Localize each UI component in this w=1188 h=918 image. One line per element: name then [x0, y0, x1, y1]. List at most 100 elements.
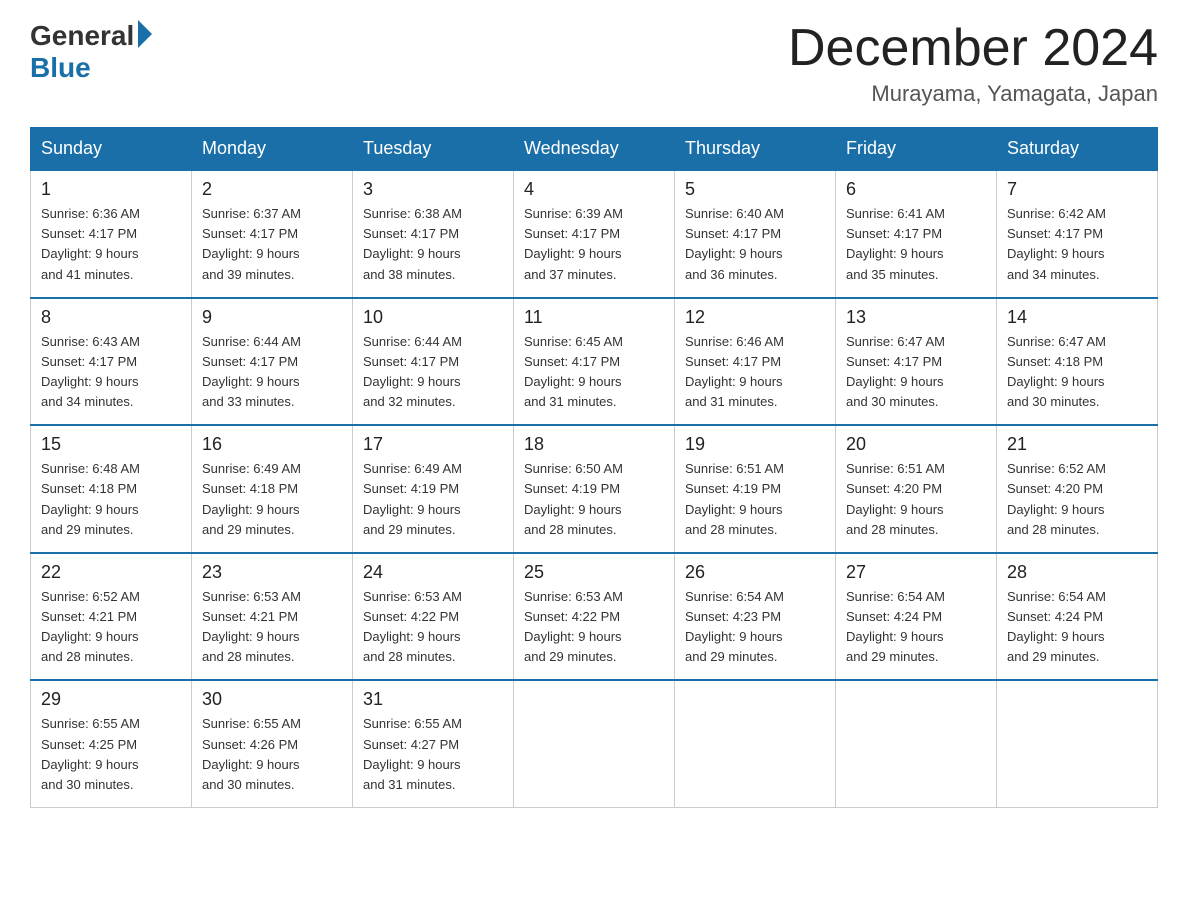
calendar-cell: 31 Sunrise: 6:55 AMSunset: 4:27 PMDaylig…: [353, 680, 514, 807]
calendar-cell: 7 Sunrise: 6:42 AMSunset: 4:17 PMDayligh…: [997, 170, 1158, 298]
day-number: 2: [202, 179, 342, 200]
weekday-row: SundayMondayTuesdayWednesdayThursdayFrid…: [31, 128, 1158, 171]
day-info: Sunrise: 6:53 AMSunset: 4:22 PMDaylight:…: [363, 589, 462, 664]
calendar-cell: 19 Sunrise: 6:51 AMSunset: 4:19 PMDaylig…: [675, 425, 836, 553]
calendar-cell: 30 Sunrise: 6:55 AMSunset: 4:26 PMDaylig…: [192, 680, 353, 807]
calendar-cell: 22 Sunrise: 6:52 AMSunset: 4:21 PMDaylig…: [31, 553, 192, 681]
logo-arrow-icon: [138, 20, 152, 48]
month-title: December 2024: [788, 20, 1158, 77]
calendar-cell: 5 Sunrise: 6:40 AMSunset: 4:17 PMDayligh…: [675, 170, 836, 298]
day-info: Sunrise: 6:52 AMSunset: 4:20 PMDaylight:…: [1007, 461, 1106, 536]
calendar-cell: 13 Sunrise: 6:47 AMSunset: 4:17 PMDaylig…: [836, 298, 997, 426]
day-number: 20: [846, 434, 986, 455]
day-number: 29: [41, 689, 181, 710]
logo: General Blue: [30, 20, 152, 84]
day-number: 22: [41, 562, 181, 583]
week-row-5: 29 Sunrise: 6:55 AMSunset: 4:25 PMDaylig…: [31, 680, 1158, 807]
calendar-cell: 18 Sunrise: 6:50 AMSunset: 4:19 PMDaylig…: [514, 425, 675, 553]
weekday-header-saturday: Saturday: [997, 128, 1158, 171]
calendar-cell: 3 Sunrise: 6:38 AMSunset: 4:17 PMDayligh…: [353, 170, 514, 298]
day-info: Sunrise: 6:52 AMSunset: 4:21 PMDaylight:…: [41, 589, 140, 664]
day-number: 14: [1007, 307, 1147, 328]
day-info: Sunrise: 6:53 AMSunset: 4:21 PMDaylight:…: [202, 589, 301, 664]
logo-general-text: General: [30, 20, 152, 52]
day-info: Sunrise: 6:51 AMSunset: 4:20 PMDaylight:…: [846, 461, 945, 536]
day-info: Sunrise: 6:37 AMSunset: 4:17 PMDaylight:…: [202, 206, 301, 281]
day-number: 25: [524, 562, 664, 583]
page-header: General Blue December 2024 Murayama, Yam…: [30, 20, 1158, 107]
calendar-cell: [836, 680, 997, 807]
calendar-cell: 27 Sunrise: 6:54 AMSunset: 4:24 PMDaylig…: [836, 553, 997, 681]
day-number: 13: [846, 307, 986, 328]
calendar-cell: 1 Sunrise: 6:36 AMSunset: 4:17 PMDayligh…: [31, 170, 192, 298]
weekday-header-wednesday: Wednesday: [514, 128, 675, 171]
weekday-header-monday: Monday: [192, 128, 353, 171]
day-number: 18: [524, 434, 664, 455]
logo-general-label: General: [30, 20, 134, 52]
day-info: Sunrise: 6:41 AMSunset: 4:17 PMDaylight:…: [846, 206, 945, 281]
calendar-cell: 9 Sunrise: 6:44 AMSunset: 4:17 PMDayligh…: [192, 298, 353, 426]
day-number: 30: [202, 689, 342, 710]
day-info: Sunrise: 6:42 AMSunset: 4:17 PMDaylight:…: [1007, 206, 1106, 281]
calendar-cell: 12 Sunrise: 6:46 AMSunset: 4:17 PMDaylig…: [675, 298, 836, 426]
day-number: 4: [524, 179, 664, 200]
calendar-cell: 26 Sunrise: 6:54 AMSunset: 4:23 PMDaylig…: [675, 553, 836, 681]
day-info: Sunrise: 6:49 AMSunset: 4:19 PMDaylight:…: [363, 461, 462, 536]
day-info: Sunrise: 6:55 AMSunset: 4:27 PMDaylight:…: [363, 716, 462, 791]
day-number: 5: [685, 179, 825, 200]
location-label: Murayama, Yamagata, Japan: [788, 81, 1158, 107]
calendar-cell: [514, 680, 675, 807]
calendar-cell: 24 Sunrise: 6:53 AMSunset: 4:22 PMDaylig…: [353, 553, 514, 681]
day-number: 1: [41, 179, 181, 200]
calendar-table: SundayMondayTuesdayWednesdayThursdayFrid…: [30, 127, 1158, 808]
day-info: Sunrise: 6:54 AMSunset: 4:23 PMDaylight:…: [685, 589, 784, 664]
day-number: 11: [524, 307, 664, 328]
calendar-cell: 17 Sunrise: 6:49 AMSunset: 4:19 PMDaylig…: [353, 425, 514, 553]
day-number: 31: [363, 689, 503, 710]
title-area: December 2024 Murayama, Yamagata, Japan: [788, 20, 1158, 107]
day-info: Sunrise: 6:47 AMSunset: 4:17 PMDaylight:…: [846, 334, 945, 409]
day-info: Sunrise: 6:51 AMSunset: 4:19 PMDaylight:…: [685, 461, 784, 536]
weekday-header-tuesday: Tuesday: [353, 128, 514, 171]
day-number: 28: [1007, 562, 1147, 583]
calendar-cell: 8 Sunrise: 6:43 AMSunset: 4:17 PMDayligh…: [31, 298, 192, 426]
day-info: Sunrise: 6:44 AMSunset: 4:17 PMDaylight:…: [363, 334, 462, 409]
calendar-cell: [997, 680, 1158, 807]
week-row-4: 22 Sunrise: 6:52 AMSunset: 4:21 PMDaylig…: [31, 553, 1158, 681]
day-info: Sunrise: 6:45 AMSunset: 4:17 PMDaylight:…: [524, 334, 623, 409]
day-number: 19: [685, 434, 825, 455]
day-number: 27: [846, 562, 986, 583]
day-info: Sunrise: 6:46 AMSunset: 4:17 PMDaylight:…: [685, 334, 784, 409]
day-info: Sunrise: 6:44 AMSunset: 4:17 PMDaylight:…: [202, 334, 301, 409]
calendar-cell: 10 Sunrise: 6:44 AMSunset: 4:17 PMDaylig…: [353, 298, 514, 426]
day-number: 26: [685, 562, 825, 583]
day-info: Sunrise: 6:55 AMSunset: 4:26 PMDaylight:…: [202, 716, 301, 791]
calendar-cell: 15 Sunrise: 6:48 AMSunset: 4:18 PMDaylig…: [31, 425, 192, 553]
calendar-cell: 14 Sunrise: 6:47 AMSunset: 4:18 PMDaylig…: [997, 298, 1158, 426]
day-number: 6: [846, 179, 986, 200]
calendar-cell: 20 Sunrise: 6:51 AMSunset: 4:20 PMDaylig…: [836, 425, 997, 553]
calendar-cell: 2 Sunrise: 6:37 AMSunset: 4:17 PMDayligh…: [192, 170, 353, 298]
day-number: 17: [363, 434, 503, 455]
calendar-cell: 25 Sunrise: 6:53 AMSunset: 4:22 PMDaylig…: [514, 553, 675, 681]
day-info: Sunrise: 6:49 AMSunset: 4:18 PMDaylight:…: [202, 461, 301, 536]
day-number: 16: [202, 434, 342, 455]
day-number: 23: [202, 562, 342, 583]
day-info: Sunrise: 6:47 AMSunset: 4:18 PMDaylight:…: [1007, 334, 1106, 409]
day-info: Sunrise: 6:53 AMSunset: 4:22 PMDaylight:…: [524, 589, 623, 664]
day-number: 3: [363, 179, 503, 200]
day-number: 24: [363, 562, 503, 583]
weekday-header-sunday: Sunday: [31, 128, 192, 171]
day-info: Sunrise: 6:43 AMSunset: 4:17 PMDaylight:…: [41, 334, 140, 409]
day-info: Sunrise: 6:54 AMSunset: 4:24 PMDaylight:…: [846, 589, 945, 664]
day-info: Sunrise: 6:55 AMSunset: 4:25 PMDaylight:…: [41, 716, 140, 791]
week-row-1: 1 Sunrise: 6:36 AMSunset: 4:17 PMDayligh…: [31, 170, 1158, 298]
day-number: 10: [363, 307, 503, 328]
calendar-cell: 21 Sunrise: 6:52 AMSunset: 4:20 PMDaylig…: [997, 425, 1158, 553]
day-info: Sunrise: 6:48 AMSunset: 4:18 PMDaylight:…: [41, 461, 140, 536]
calendar-body: 1 Sunrise: 6:36 AMSunset: 4:17 PMDayligh…: [31, 170, 1158, 807]
day-number: 15: [41, 434, 181, 455]
day-number: 12: [685, 307, 825, 328]
weekday-header-friday: Friday: [836, 128, 997, 171]
calendar-cell: 4 Sunrise: 6:39 AMSunset: 4:17 PMDayligh…: [514, 170, 675, 298]
